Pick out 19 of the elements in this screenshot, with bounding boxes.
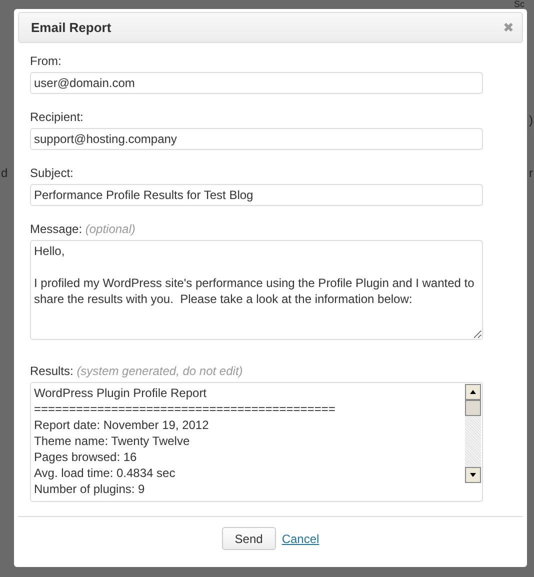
- text-field[interactable]: support@hosting.company: [30, 128, 483, 150]
- field-label: Recipient:: [30, 109, 84, 126]
- background-text: d: [1, 166, 8, 180]
- field-label: Message: (optional): [30, 221, 136, 238]
- results-field[interactable]: WordPress Plugin Profile Report =========================================== Report date: November 19, 2012 Theme name: Twenty Twelve Pages browsed: 16 Avg. load time: 0.4834 sec Number of plugins: 9: [30, 382, 483, 502]
- field-label: Results: (system generated, do not edit): [30, 363, 244, 380]
- message-field[interactable]: Hello, I profiled my WordPress site's performance using the Profile Plugin and I wanted to share the results with you. Please take a look at the information below:: [30, 240, 483, 340]
- field-label: Subject:: [30, 165, 74, 182]
- cancel-link[interactable]: Cancel: [282, 532, 320, 546]
- background-text: r: [529, 166, 533, 180]
- dialog-title: Email Report: [31, 20, 112, 35]
- background-text: Sc: [514, 0, 525, 9]
- text-field[interactable]: Performance Profile Results for Test Blog: [30, 184, 483, 206]
- background-text: ): [529, 113, 533, 127]
- scrollbar-thumb[interactable]: [465, 400, 481, 416]
- text-field[interactable]: user@domain.com: [30, 72, 483, 94]
- scrollbar[interactable]: [465, 384, 481, 483]
- send-button[interactable]: Send: [222, 527, 276, 550]
- field-label: From:: [30, 53, 62, 70]
